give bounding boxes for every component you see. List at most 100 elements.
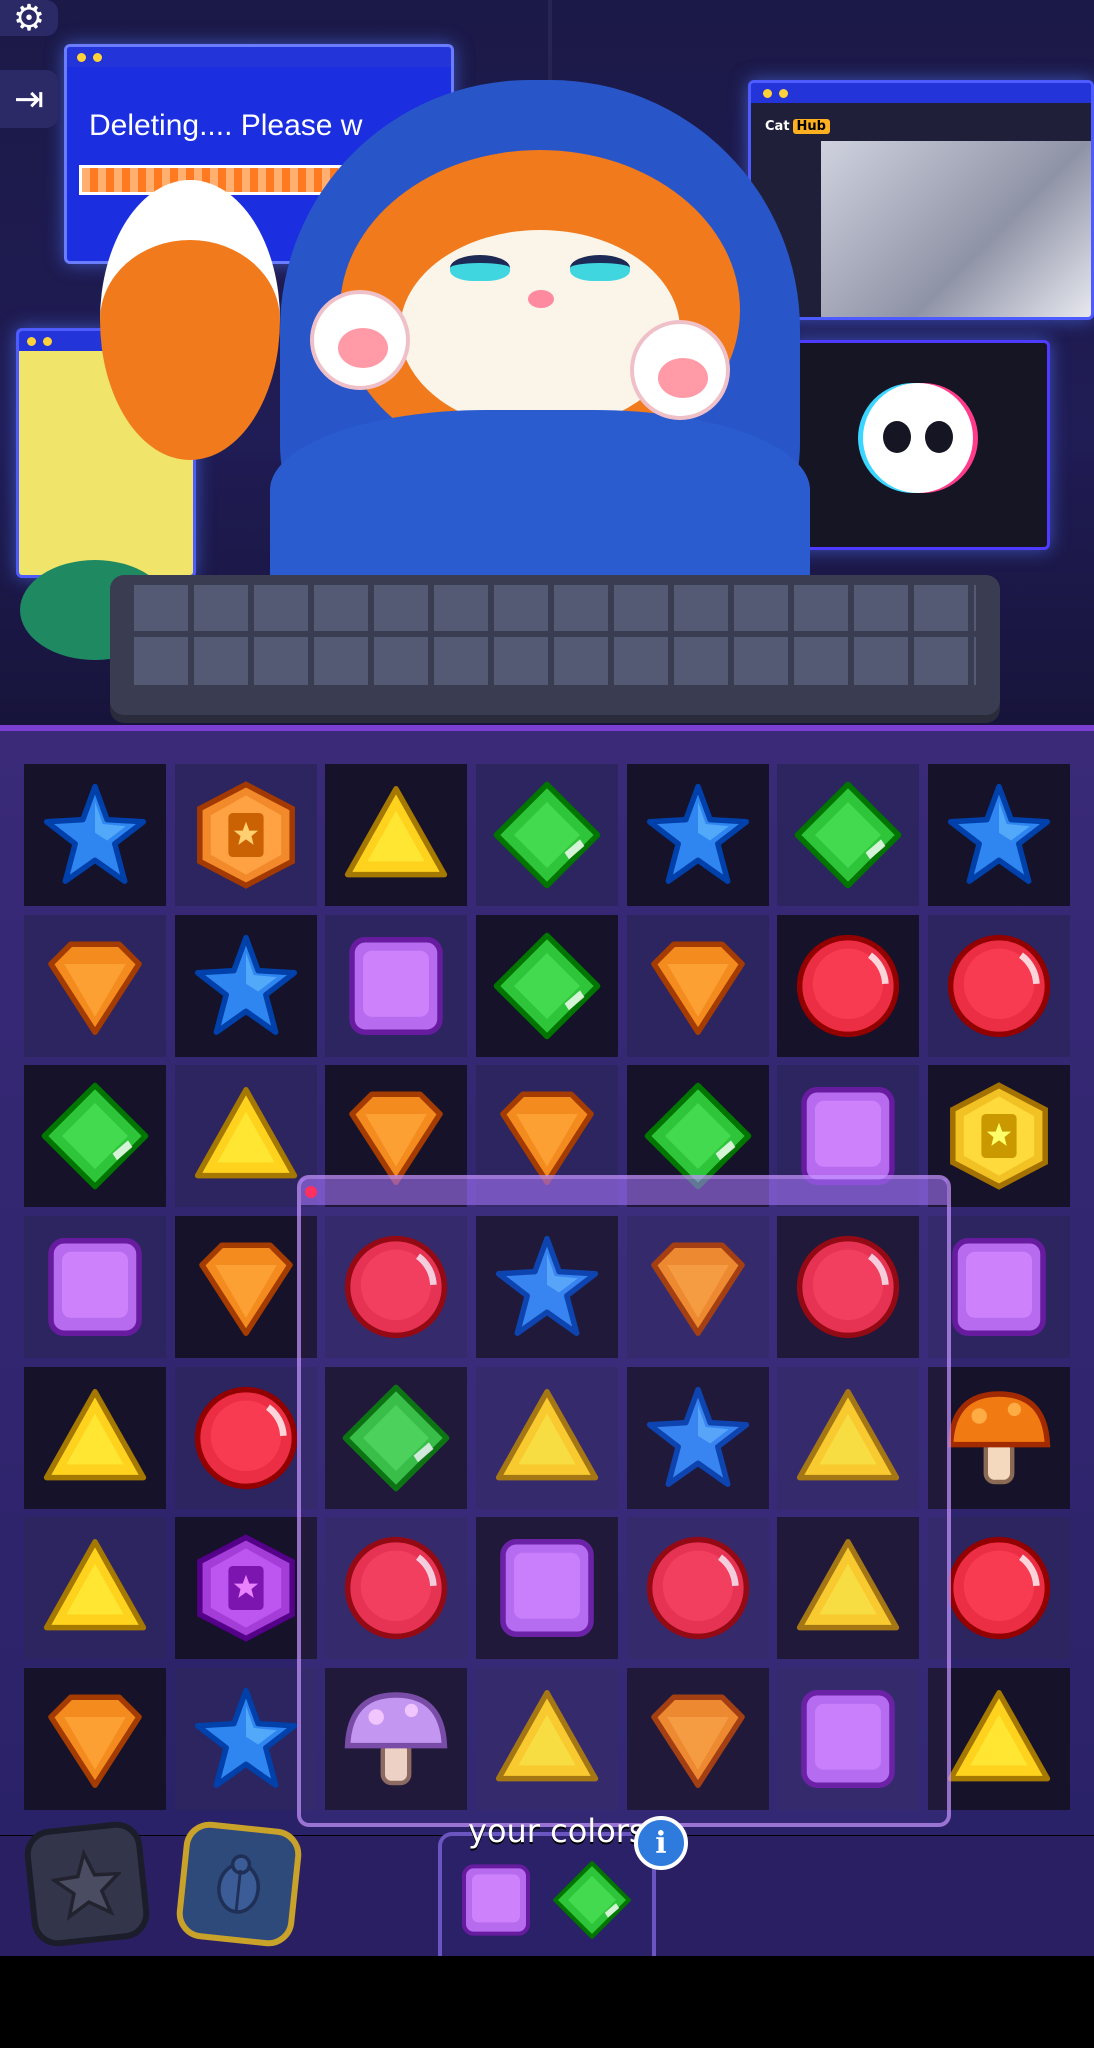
hacker-cat-scene: Deleting.... Please w Cat Hub: [0, 0, 1094, 725]
board-cell-r3-c1[interactable]: [24, 1065, 167, 1208]
yellow-triangle-icon: [796, 1388, 900, 1480]
green-diamond-icon: [493, 932, 601, 1040]
blue-star-icon: [646, 784, 749, 885]
board-cell-r1-c4[interactable]: [476, 764, 618, 907]
board-cell-r1-c3[interactable]: [325, 764, 468, 907]
yellow-triangle-icon: [947, 1689, 1050, 1782]
board-cell-r5-c2[interactable]: [174, 1366, 317, 1509]
purple-square-icon: [801, 1087, 895, 1186]
purple-square-icon: [951, 1238, 1046, 1336]
board-cell-r7-c6[interactable]: [777, 1667, 920, 1810]
board-cell-r3-c3[interactable]: [325, 1065, 468, 1208]
board-cell-r6-c4[interactable]: [476, 1517, 618, 1660]
board-cell-r5-c4[interactable]: [476, 1366, 618, 1509]
orange-shield-icon: [500, 1091, 594, 1186]
keyboard: [110, 575, 1000, 715]
orange-shield-icon: [48, 1694, 143, 1788]
board-cell-r7-c3[interactable]: [325, 1667, 468, 1810]
board-cell-r1-c5[interactable]: [626, 764, 769, 907]
your-color-green-diamond: [552, 1860, 632, 1940]
gold-book-token-icon: [949, 1082, 1048, 1191]
board-cell-r4-c7[interactable]: [927, 1216, 1070, 1358]
board-cell-r3-c2[interactable]: [174, 1065, 317, 1208]
red-circle-icon: [194, 1386, 297, 1489]
orange-book-token-icon: [196, 781, 295, 889]
your-colors-label: your colors: [468, 1812, 646, 1850]
board-cell-r7-c1[interactable]: [24, 1667, 167, 1810]
red-circle-icon: [947, 1536, 1050, 1640]
board-cell-r1-c7[interactable]: [927, 764, 1070, 907]
nav-bar-area: [0, 1956, 1094, 2048]
purple-square-icon: [462, 1864, 530, 1936]
board-cell-r4-c6[interactable]: [777, 1216, 920, 1358]
blue-star-icon: [194, 1687, 297, 1788]
board-cell-r7-c2[interactable]: [174, 1667, 317, 1810]
exit-icon[interactable]: ⇥: [0, 70, 58, 128]
board-cell-r5-c3[interactable]: [325, 1366, 468, 1509]
orange-shield-icon: [349, 1091, 444, 1186]
blue-star-icon: [947, 784, 1050, 885]
board-cell-r7-c4[interactable]: [476, 1667, 618, 1810]
blue-star-icon: [495, 1235, 599, 1336]
gear-icon[interactable]: ⚙: [0, 0, 58, 39]
game-screen: Deleting.... Please w Cat Hub ⚙ ⇥ your c…: [0, 0, 1094, 2048]
board-cell-r1-c1[interactable]: [24, 764, 167, 907]
cat-muzzle: [400, 230, 680, 430]
board-cell-r2-c3[interactable]: [325, 914, 468, 1057]
red-circle-icon: [345, 1235, 448, 1339]
board-cell-r4-c1[interactable]: [24, 1216, 167, 1358]
game-board: [20, 760, 1074, 1814]
scarab-booster-button[interactable]: [174, 1819, 304, 1949]
board-cell-r6-c6[interactable]: [777, 1517, 920, 1660]
cat-nose: [528, 290, 554, 308]
board-cell-r5-c1[interactable]: [24, 1366, 167, 1509]
board-cell-r6-c5[interactable]: [626, 1517, 769, 1660]
board-cell-r2-c5[interactable]: [626, 914, 769, 1057]
info-button[interactable]: i: [634, 1816, 688, 1870]
pixelated-cat-photo: [821, 141, 1091, 317]
yellow-triangle-icon: [495, 1388, 599, 1480]
board-cell-r5-c6[interactable]: [777, 1366, 920, 1509]
board-cell-r6-c1[interactable]: [24, 1517, 167, 1660]
yellow-triangle-icon: [44, 1388, 147, 1480]
scarab-booster-icon: [217, 1854, 260, 1914]
board-cell-r1-c6[interactable]: [777, 764, 920, 907]
board-cell-r2-c7[interactable]: [927, 914, 1070, 1057]
cat-paw-right: [630, 320, 730, 420]
blue-star-icon: [194, 934, 297, 1035]
green-diamond-icon: [553, 1861, 631, 1939]
hacker-cat: [100, 80, 830, 610]
orange-shield-icon: [650, 941, 745, 1035]
board-cell-r2-c2[interactable]: [174, 914, 317, 1057]
board-cell-r3-c7[interactable]: [927, 1065, 1070, 1208]
board-cell-r4-c2[interactable]: [174, 1216, 317, 1358]
green-diamond-icon: [794, 781, 902, 889]
board-cell-r2-c1[interactable]: [24, 914, 167, 1057]
board-cell-r3-c4[interactable]: [476, 1065, 618, 1208]
board-cell-r6-c2[interactable]: [174, 1517, 317, 1660]
board-cell-r4-c5[interactable]: [626, 1216, 769, 1358]
your-color-purple-square: [456, 1860, 536, 1940]
skull-icon: [863, 383, 973, 493]
board-cell-r6-c3[interactable]: [325, 1517, 468, 1660]
board-cell-r4-c4[interactable]: [476, 1216, 618, 1358]
board-cell-r5-c5[interactable]: [626, 1366, 769, 1509]
board-cell-r1-c2[interactable]: [174, 764, 317, 907]
cat-eye-left: [450, 255, 510, 281]
board-cell-r6-c7[interactable]: [927, 1517, 1070, 1660]
board-cell-r3-c6[interactable]: [777, 1065, 920, 1208]
board-cell-r4-c3[interactable]: [325, 1216, 468, 1358]
cat-tail: [100, 180, 280, 460]
red-circle-icon: [646, 1536, 749, 1640]
board-cell-r2-c6[interactable]: [777, 914, 920, 1057]
red-circle-icon: [345, 1536, 448, 1640]
star-booster-button[interactable]: [22, 1819, 152, 1949]
green-diamond-icon: [493, 781, 601, 889]
board-cell-r7-c7[interactable]: [927, 1667, 1070, 1810]
board-cell-r3-c5[interactable]: [626, 1065, 769, 1208]
board-cell-r2-c4[interactable]: [476, 914, 618, 1057]
board-cell-r5-c7[interactable]: [927, 1366, 1070, 1509]
red-circle-icon: [796, 1235, 900, 1339]
board-cell-r7-c5[interactable]: [626, 1667, 769, 1810]
orange-shield-icon: [48, 941, 143, 1035]
